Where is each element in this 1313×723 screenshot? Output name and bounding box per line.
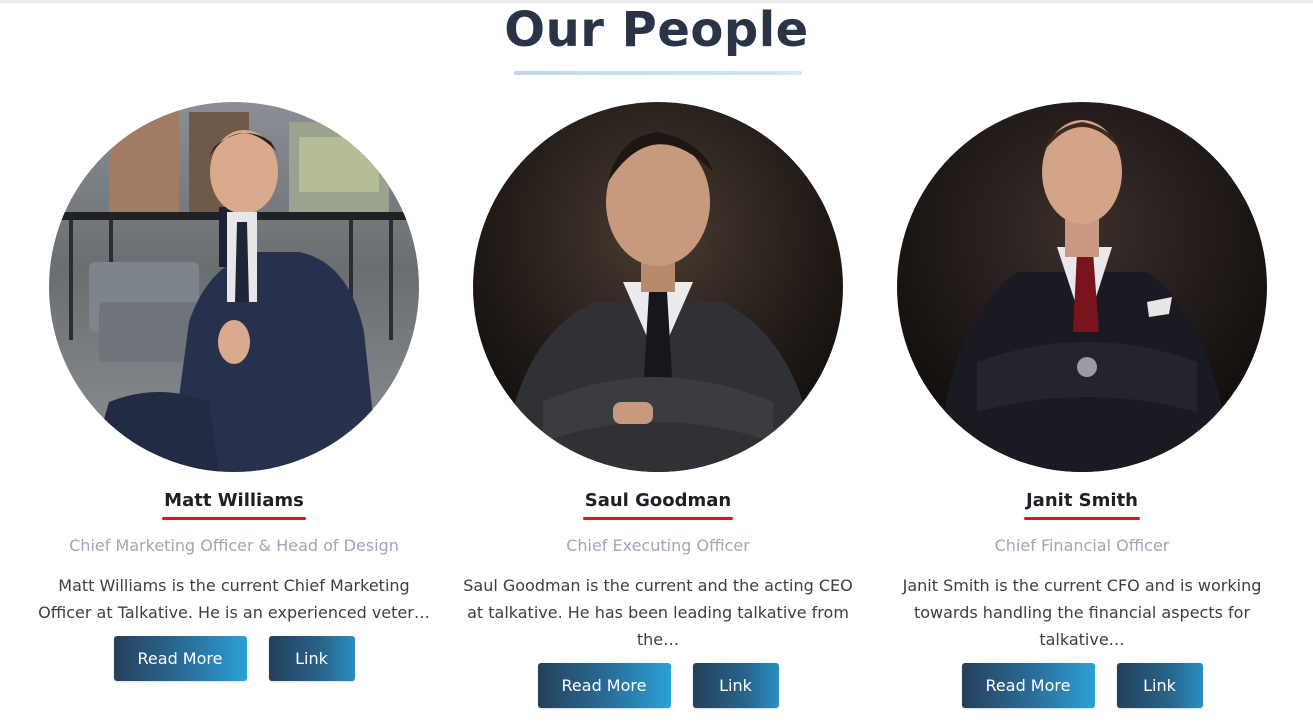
avatar-matt-williams bbox=[49, 102, 419, 472]
avatar-saul-goodman bbox=[473, 102, 843, 472]
page-title: Our People bbox=[504, 2, 809, 58]
person-role: Chief Executing Officer bbox=[566, 536, 750, 555]
person-role: Chief Financial Officer bbox=[994, 536, 1170, 555]
person-name-text: Saul Goodman bbox=[584, 490, 732, 511]
person-card-janit-smith: Janit Smith Chief Financial Officer Jani… bbox=[882, 102, 1282, 708]
person-bio: Matt Williams is the current Chief Marke… bbox=[38, 576, 430, 622]
person-name: Janit Smith bbox=[1023, 490, 1140, 520]
read-more-button[interactable]: Read More bbox=[537, 663, 671, 708]
read-more-button[interactable]: Read More bbox=[961, 663, 1095, 708]
section-header: Our People bbox=[0, 0, 1313, 56]
title-underline bbox=[514, 71, 802, 75]
person-name-text: Janit Smith bbox=[1025, 490, 1138, 511]
person-card-saul-goodman: Saul Goodman Chief Executing Officer Sau… bbox=[458, 102, 858, 708]
person-card-matt-williams: Matt Williams Chief Marketing Officer & … bbox=[34, 102, 434, 681]
person-name: Saul Goodman bbox=[582, 490, 734, 520]
link-button[interactable]: Link bbox=[268, 636, 355, 681]
read-more-button[interactable]: Read More bbox=[113, 636, 247, 681]
link-button[interactable]: Link bbox=[1116, 663, 1203, 708]
card-actions: Read More Link bbox=[34, 636, 434, 681]
link-button[interactable]: Link bbox=[692, 663, 779, 708]
name-underline bbox=[162, 517, 306, 520]
person-bio: Janit Smith is the current CFO and is wo… bbox=[902, 576, 1262, 649]
card-actions: Read More Link bbox=[882, 663, 1282, 708]
person-name-text: Matt Williams bbox=[164, 490, 304, 511]
person-role: Chief Marketing Officer & Head of Design bbox=[69, 536, 399, 555]
avatar-janit-smith bbox=[897, 102, 1267, 472]
name-underline bbox=[582, 517, 734, 520]
person-name: Matt Williams bbox=[162, 490, 306, 520]
person-bio: Saul Goodman is the current and the acti… bbox=[463, 576, 853, 649]
name-underline bbox=[1023, 517, 1140, 520]
card-actions: Read More Link bbox=[458, 663, 858, 708]
